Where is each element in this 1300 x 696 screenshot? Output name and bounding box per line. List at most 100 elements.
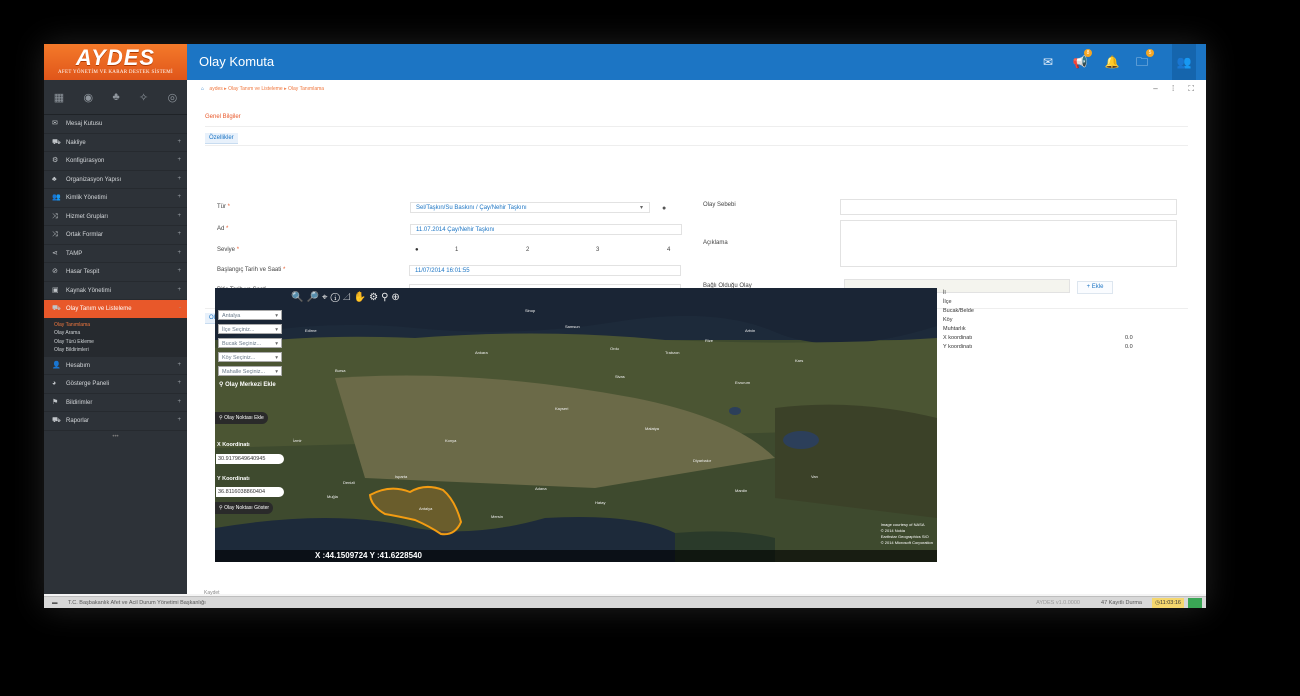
bucak-select[interactable]: Bucak Seçiniz... ▾ — [218, 338, 282, 348]
window-controls[interactable]: – ⁞ ⛶ — [1153, 84, 1200, 94]
globe-icon[interactable]: ◉ — [83, 91, 93, 104]
city-label: Antalya — [419, 506, 433, 511]
sidebar-item-label: Kaynak Yönetimi — [66, 287, 111, 294]
expand-icon: + — [177, 157, 181, 163]
sidebar-item[interactable]: 👥 Kimlik Yönetimi + — [44, 189, 187, 208]
logo: AYDES — [75, 45, 156, 70]
users-icon: 👥 — [52, 194, 61, 201]
status-indicator[interactable] — [1188, 598, 1202, 608]
x-coord-field[interactable]: 30.9179649640945 — [216, 454, 284, 464]
sidebar-subitem[interactable]: Olay Bildirimleri — [44, 346, 187, 355]
tagline: AFET YÖNETİM VE KARAR DESTEK SİSTEMİ — [57, 70, 173, 75]
seviye-option[interactable]: 4 — [667, 247, 670, 253]
mahalle-select[interactable]: Mahalle Seçiniz... ▾ — [218, 366, 282, 376]
durma-status[interactable]: 47 Kayıtlı Durma — [1101, 597, 1142, 608]
seviye-option[interactable]: 2 — [526, 247, 529, 253]
tur-label-text: Tür — [217, 204, 226, 210]
sidebar-item[interactable]: ⛟ Raporlar + — [44, 412, 187, 431]
sidebar-item[interactable]: ⚙ Konfigürasyon + — [44, 152, 187, 171]
notification-badge: 8 — [1084, 49, 1092, 57]
il-select[interactable]: Antalya ▾ — [218, 310, 282, 320]
sidebar-item[interactable]: ⤨ Hizmet Grupları + — [44, 208, 187, 226]
info-key: Bucak/Belde — [943, 308, 974, 314]
city-label: Hatay — [595, 500, 606, 505]
sidebar-item[interactable]: ⋖ TAMP + — [44, 245, 187, 263]
koy-select[interactable]: Köy Seçiniz... ▾ — [218, 352, 282, 362]
city-label: Samsun — [565, 324, 580, 329]
sidebar-subitem[interactable]: Olay Tanımlama — [44, 321, 187, 330]
tab-ozellikler[interactable]: Özellikler — [205, 133, 238, 144]
bell-icon[interactable]: 🔔 — [1104, 54, 1120, 70]
sidebar-item[interactable]: ♣ Organizasyon Yapısı + — [44, 171, 187, 189]
expand-icon: + — [177, 175, 181, 182]
aciklama-label: Açıklama — [703, 240, 728, 246]
city-label: Adana — [535, 486, 547, 491]
bucak-value: Bucak Seçiniz... — [222, 341, 262, 347]
sidebar-item[interactable]: ⊘ Hasar Tespit + — [44, 263, 187, 282]
olay-noktasi-ekle-button[interactable]: ⚲ Olay Noktası Ekle — [215, 412, 268, 424]
seviye-option[interactable]: 3 — [596, 247, 599, 253]
tur-select[interactable]: Sel/Taşkın/Su Baskını / Çay/Nehir Taşkın… — [410, 202, 650, 213]
mail-icon[interactable]: ✉ — [1040, 54, 1056, 70]
olay-noktasi-goster-button[interactable]: ⚲ Olay Noktası Göster — [215, 502, 274, 514]
info-icon[interactable]: ● — [662, 205, 666, 212]
breadcrumb: ⌂ aydes ▸ Olay Tanım ve Listeleme ▸ Olay… — [201, 86, 325, 92]
sidebar-item[interactable]: ⤨ Ortak Formlar + — [44, 226, 187, 245]
x-coord-label: X Koordinatı — [217, 442, 250, 448]
ilce-select[interactable]: İlçe Seçiniz... ▾ — [218, 324, 282, 334]
users-icon[interactable]: 👥 — [1172, 44, 1196, 80]
sitemap-icon[interactable]: ♣ — [112, 91, 119, 103]
megaphone-icon[interactable]: 📢 8 — [1072, 49, 1092, 70]
map-toolbar[interactable]: 🔍🔎⌖ⓘ◿✋⚙⚲⊕ — [291, 292, 403, 303]
expand-icon: - — [179, 305, 181, 311]
sidebar-item-label: Nakliye — [66, 139, 86, 146]
city-label: Ankara — [475, 350, 488, 355]
info-key: Muhtarlık — [943, 326, 966, 332]
divider — [205, 126, 1188, 127]
folder-icon[interactable]: 🗀 5 — [1134, 49, 1154, 70]
city-label: Malatya — [645, 426, 660, 431]
org-icon: ▬ — [52, 600, 58, 606]
sebep-field[interactable] — [840, 199, 1177, 215]
sidebar-item[interactable]: ⚑ Bildirimler + — [44, 394, 187, 412]
sidebar-item-label: Olay Tanım ve Listeleme — [66, 306, 132, 312]
top-bar: Olay Komuta ✉ 📢 8 🔔 🗀 5 👥 — [187, 44, 1206, 80]
y-coord-field[interactable]: 36.8116038860404 — [216, 487, 284, 497]
version: AYDES v1.0.0000 — [1036, 600, 1080, 606]
expand-icon: + — [177, 268, 181, 274]
olay-merkezi-ekle-button[interactable]: ⚲ Olay Merkezi Ekle — [215, 378, 280, 391]
ad-field[interactable]: 11.07.2014 Çay/Nehir Taşkını — [410, 224, 682, 235]
sidebar-item[interactable]: ⛟ Olay Tanım ve Listeleme - — [44, 300, 187, 319]
sidebar-item-label: Hizmet Grupları — [66, 213, 109, 220]
random-icon: ⤨ — [52, 212, 58, 220]
coordinate-readout: X :44.1509724 Y :41.6228540 — [315, 551, 422, 560]
city-label: Sinop — [525, 308, 536, 313]
sidebar-subitem[interactable]: Olay Türü Ekleme — [44, 338, 187, 347]
sidebar-item[interactable]: ✉ Mesaj Kutusu — [44, 115, 187, 134]
sidebar-item[interactable]: ◕ Gösterge Paneli + — [44, 375, 187, 394]
baslangic-field[interactable]: 11/07/2014 16:01:55 — [409, 265, 681, 276]
kaydet-button[interactable]: Kaydet — [204, 587, 220, 599]
folder-badge: 5 — [1146, 49, 1154, 57]
expand-icon: + — [177, 398, 181, 405]
check-icon: ⊘ — [52, 268, 58, 275]
sidebar-item[interactable]: 👤 Hesabım + — [44, 357, 187, 375]
support-icon[interactable]: ◎ — [168, 91, 178, 104]
sidebar-item-label: Mesaj Kutusu — [66, 121, 103, 127]
sidebar-more[interactable]: ••• — [44, 431, 187, 443]
satellite-map[interactable] — [215, 288, 937, 562]
home-icon[interactable]: ⌂ — [201, 86, 204, 92]
map[interactable]: 🔍🔎⌖ⓘ◿✋⚙⚲⊕ Edirne Bursa Sinop Samsun Ordu… — [215, 288, 937, 562]
breadcrumb-item[interactable]: aydes — [209, 86, 222, 92]
sidebar-nav: ✉ Mesaj Kutusu ⛟ Nakliye + ⚙ Konfigürasyon + ♣ Or… — [44, 115, 187, 319]
sidebar-item[interactable]: ▣ Kaynak Yönetimi + — [44, 282, 187, 300]
breadcrumb-item[interactable]: Olay Tanım ve Listeleme — [228, 86, 283, 92]
seviye-option[interactable]: 1 — [455, 247, 458, 253]
sidebar-subitem[interactable]: Olay Arama — [44, 329, 187, 338]
brand[interactable]: AYDES AFET YÖNETİM VE KARAR DESTEK SİSTE… — [44, 44, 187, 80]
wand-icon[interactable]: ✧ — [139, 91, 148, 104]
seviye-radio[interactable]: ● — [415, 247, 419, 253]
chart-icon[interactable]: ▦ — [54, 91, 64, 104]
sidebar-item[interactable]: ⛟ Nakliye + — [44, 134, 187, 152]
aciklama-field[interactable] — [840, 220, 1177, 267]
